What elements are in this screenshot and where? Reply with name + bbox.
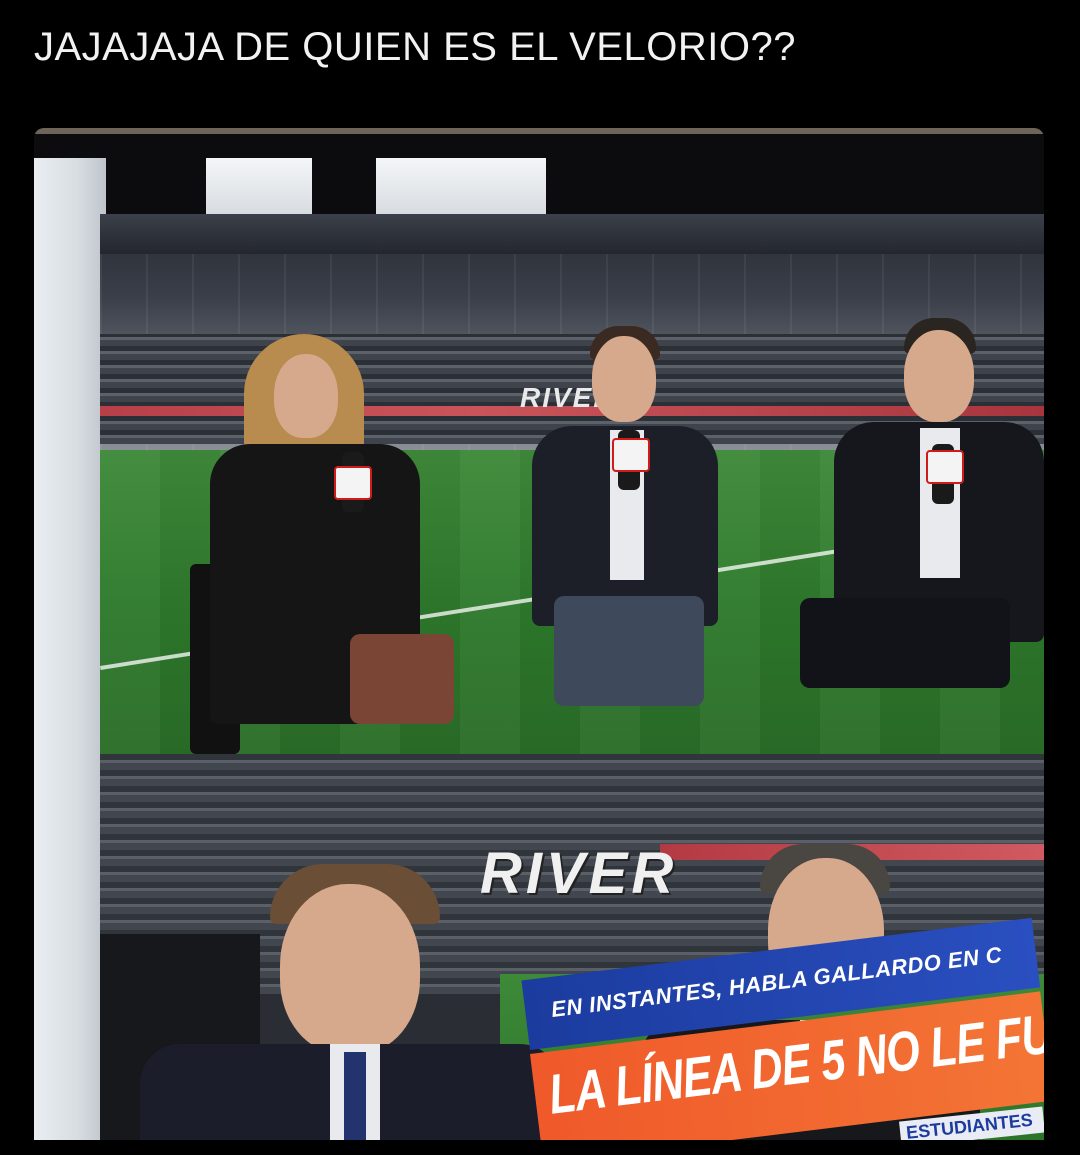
presenter-right <box>800 318 1044 688</box>
broadcast-panel-analysts: RIVER EN INSTANTES, HABLA GALLARDO EN C … <box>100 754 1044 1140</box>
photo-top-edge <box>34 128 1044 134</box>
face <box>280 884 420 1054</box>
tv-photo: RIVER RIVER EN INSTANTES, HABLA GALLARDO… <box>34 128 1044 1140</box>
trousers <box>800 598 1010 688</box>
studio-light <box>206 158 312 218</box>
face <box>274 354 338 438</box>
brown-trousers <box>350 634 454 724</box>
studio-light <box>376 158 546 218</box>
face <box>904 330 974 422</box>
meme-caption: JAJAJAJA DE QUIEN ES EL VELORIO?? <box>34 25 796 69</box>
stadium-roof <box>100 214 1044 254</box>
jeans <box>554 596 704 706</box>
tv-bezel <box>34 158 106 1140</box>
presenter-center <box>520 326 720 706</box>
presenter-woman <box>190 334 460 754</box>
mic-flag <box>334 466 372 500</box>
broadcast-panel-studio: RIVER <box>100 214 1044 754</box>
face <box>592 336 656 422</box>
analyst-left <box>140 864 560 1140</box>
mic-flag <box>612 438 650 472</box>
blue-tie <box>344 1052 366 1140</box>
mic-flag <box>926 450 964 484</box>
